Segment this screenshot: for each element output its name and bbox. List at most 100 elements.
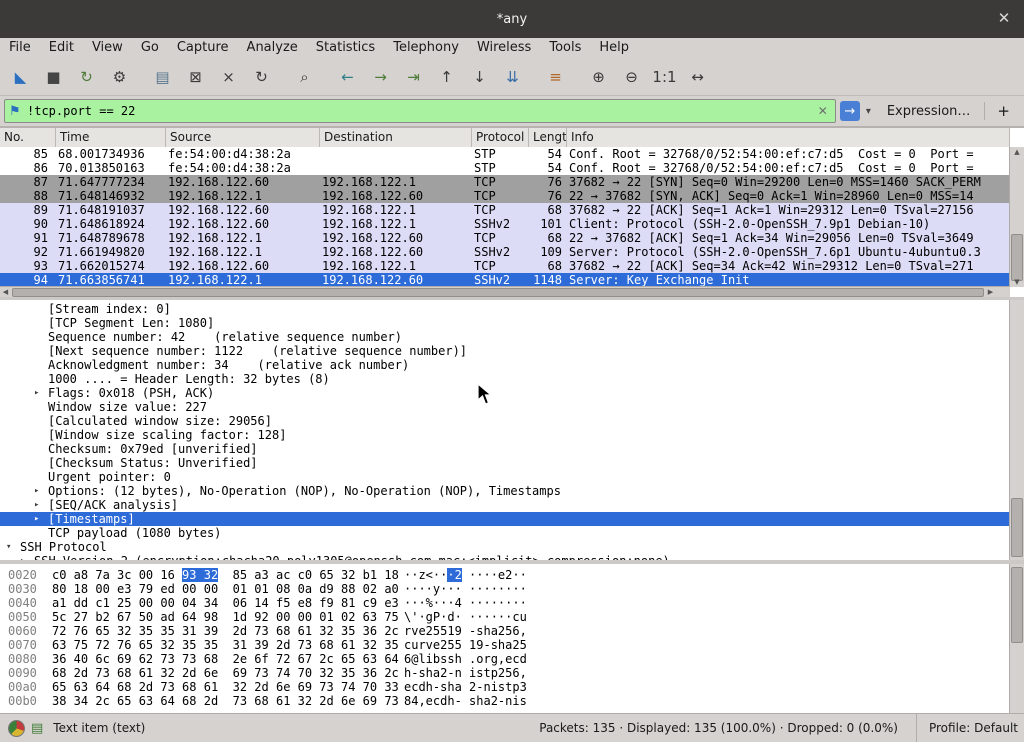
hex-scroll-thumb[interactable] xyxy=(1011,567,1023,644)
detail-line-1[interactable]: [TCP Segment Len: 1080] xyxy=(0,316,1010,330)
open-file-icon[interactable]: ▤ xyxy=(148,64,177,90)
menu-item-capture[interactable]: Capture xyxy=(168,38,238,58)
expression-button[interactable]: Expression… xyxy=(877,104,981,119)
close-file-icon[interactable]: × xyxy=(214,64,243,90)
scroll-down-icon[interactable]: ▼ xyxy=(1010,277,1024,287)
menu-item-file[interactable]: File xyxy=(0,38,40,58)
column-header-source[interactable]: Source xyxy=(166,128,320,147)
packet-row-91[interactable]: 9171.648789678192.168.122.1192.168.122.6… xyxy=(0,231,1010,245)
menu-item-wireless[interactable]: Wireless xyxy=(468,38,540,58)
detail-line-5[interactable]: 1000 .... = Header Length: 32 bytes (8) xyxy=(0,372,1010,386)
hex-vscrollbar[interactable] xyxy=(1009,564,1024,713)
expander-icon[interactable]: ▾ xyxy=(6,540,20,554)
filter-apply-button[interactable]: → xyxy=(840,101,860,121)
column-header-protocol[interactable]: Protocol xyxy=(472,128,529,147)
scroll-up-icon[interactable]: ▲ xyxy=(1010,147,1024,157)
column-header-length[interactable]: Length xyxy=(529,128,567,147)
menu-item-analyze[interactable]: Analyze xyxy=(238,38,307,58)
save-file-icon[interactable]: ⊠ xyxy=(181,64,210,90)
expander-icon[interactable]: ▸ xyxy=(34,512,48,526)
go-forward-icon[interactable]: → xyxy=(366,64,395,90)
go-last-icon[interactable]: ↓ xyxy=(465,64,494,90)
details-vscrollbar[interactable] xyxy=(1009,300,1024,560)
column-header-destination[interactable]: Destination xyxy=(320,128,472,147)
expander-icon[interactable]: ▸ xyxy=(34,386,48,400)
packet-row-92[interactable]: 9271.661949820192.168.122.1192.168.122.6… xyxy=(0,245,1010,259)
hex-row-0020[interactable]: 0020c0 a8 7a 3c 00 16 93 32 85 a3 ac c0 … xyxy=(8,568,1010,582)
menu-item-view[interactable]: View xyxy=(83,38,132,58)
stop-capture-icon[interactable]: ■ xyxy=(39,64,68,90)
filter-bookmark-icon[interactable]: ⚑ xyxy=(9,104,27,119)
menu-item-edit[interactable]: Edit xyxy=(40,38,83,58)
detail-line-11[interactable]: [Checksum Status: Unverified] xyxy=(0,456,1010,470)
detail-line-8[interactable]: [Calculated window size: 29056] xyxy=(0,414,1010,428)
hex-row-0060[interactable]: 006072 76 65 32 35 35 31 39 2d 73 68 61 … xyxy=(8,624,1010,638)
display-filter-input[interactable]: ⚑ !tcp.port == 22 ✕ xyxy=(4,99,836,123)
hex-row-0040[interactable]: 0040a1 dd c1 25 00 00 04 34 06 14 f5 e8 … xyxy=(8,596,1010,610)
detail-line-17[interactable]: ▾SSH Protocol xyxy=(0,540,1010,554)
detail-line-12[interactable]: Urgent pointer: 0 xyxy=(0,470,1010,484)
capture-comment-icon[interactable]: ▤ xyxy=(31,721,43,736)
packet-row-94[interactable]: 9471.663856741192.168.122.1192.168.122.6… xyxy=(0,273,1010,287)
resize-columns-icon[interactable]: ↔ xyxy=(683,64,712,90)
go-to-packet-icon[interactable]: ⇥ xyxy=(399,64,428,90)
capture-options-icon[interactable]: ⚙ xyxy=(105,64,134,90)
packet-row-85[interactable]: 8568.001734936fe:54:00:d4:38:2aSTP54Conf… xyxy=(0,147,1010,161)
details-scroll-thumb[interactable] xyxy=(1011,498,1023,557)
go-back-icon[interactable]: ← xyxy=(333,64,362,90)
detail-line-16[interactable]: TCP payload (1080 bytes) xyxy=(0,526,1010,540)
restart-capture-icon[interactable]: ↻ xyxy=(72,64,101,90)
filter-add-button[interactable]: + xyxy=(989,102,1020,120)
column-header-time[interactable]: Time xyxy=(56,128,166,147)
packet-row-89[interactable]: 8971.648191037192.168.122.60192.168.122.… xyxy=(0,203,1010,217)
detail-line-15[interactable]: ▸[Timestamps] xyxy=(0,512,1010,526)
packet-row-86[interactable]: 8670.013850163fe:54:00:d4:38:2aSTP54Conf… xyxy=(0,161,1010,175)
packet-list-scroll-thumb[interactable] xyxy=(1011,234,1023,281)
hex-row-00b0[interactable]: 00b038 34 2c 65 63 64 68 2d 73 68 61 32 … xyxy=(8,694,1010,708)
close-window-icon[interactable]: ✕ xyxy=(994,9,1014,27)
detail-line-6[interactable]: ▸Flags: 0x018 (PSH, ACK) xyxy=(0,386,1010,400)
auto-scroll-icon[interactable]: ⇊ xyxy=(498,64,527,90)
colorize-icon[interactable]: ≡ xyxy=(541,64,570,90)
hex-row-0080[interactable]: 008036 40 6c 69 62 73 73 68 2e 6f 72 67 … xyxy=(8,652,1010,666)
expander-icon[interactable]: ▸ xyxy=(34,484,48,498)
zoom-reset-icon[interactable]: 1:1 xyxy=(650,64,679,90)
detail-line-7[interactable]: Window size value: 227 xyxy=(0,400,1010,414)
packet-row-90[interactable]: 9071.648618924192.168.122.60192.168.122.… xyxy=(0,217,1010,231)
hex-row-0030[interactable]: 003080 18 00 e3 79 ed 00 00 01 01 08 0a … xyxy=(8,582,1010,596)
detail-line-9[interactable]: [Window size scaling factor: 128] xyxy=(0,428,1010,442)
detail-line-0[interactable]: [Stream index: 0] xyxy=(0,302,1010,316)
packet-row-87[interactable]: 8771.647777234192.168.122.60192.168.122.… xyxy=(0,175,1010,189)
menu-item-statistics[interactable]: Statistics xyxy=(307,38,384,58)
detail-line-13[interactable]: ▸Options: (12 bytes), No-Operation (NOP)… xyxy=(0,484,1010,498)
status-profile[interactable]: Profile: Default xyxy=(916,714,1018,742)
hex-row-0070[interactable]: 007063 75 72 76 65 32 35 35 31 39 2d 73 … xyxy=(8,638,1010,652)
column-header-no[interactable]: No. xyxy=(0,128,56,147)
packet-list-hscroll-thumb[interactable] xyxy=(12,288,984,297)
detail-line-4[interactable]: Acknowledgment number: 34 (relative ack … xyxy=(0,358,1010,372)
detail-line-2[interactable]: Sequence number: 42 (relative sequence n… xyxy=(0,330,1010,344)
menu-item-go[interactable]: Go xyxy=(132,38,168,58)
packet-row-93[interactable]: 9371.662015274192.168.122.60192.168.122.… xyxy=(0,259,1010,273)
packet-row-88[interactable]: 8871.648146932192.168.122.1192.168.122.6… xyxy=(0,189,1010,203)
zoom-in-icon[interactable]: ⊕ xyxy=(584,64,613,90)
hex-row-0050[interactable]: 00505c 27 b2 67 50 ad 64 98 1d 92 00 00 … xyxy=(8,610,1010,624)
reload-icon[interactable]: ↻ xyxy=(247,64,276,90)
detail-line-3[interactable]: [Next sequence number: 1122 (relative se… xyxy=(0,344,1010,358)
hex-row-0090[interactable]: 009068 2d 73 68 61 32 2d 6e 69 73 74 70 … xyxy=(8,666,1010,680)
expert-info-icon[interactable] xyxy=(8,720,25,737)
detail-line-10[interactable]: Checksum: 0x79ed [unverified] xyxy=(0,442,1010,456)
column-header-info[interactable]: Info xyxy=(567,128,1010,147)
zoom-out-icon[interactable]: ⊖ xyxy=(617,64,646,90)
expander-icon[interactable]: ▸ xyxy=(34,498,48,512)
menu-item-help[interactable]: Help xyxy=(590,38,638,58)
filter-dropdown-icon[interactable]: ▾ xyxy=(864,106,873,117)
packet-list-vscrollbar[interactable]: ▲ ▼ xyxy=(1009,147,1024,287)
start-capture-icon[interactable]: ◣ xyxy=(6,64,35,90)
go-first-icon[interactable]: ↑ xyxy=(432,64,461,90)
menu-item-telephony[interactable]: Telephony xyxy=(384,38,468,58)
hex-row-00a0[interactable]: 00a065 63 64 68 2d 73 68 61 32 2d 6e 69 … xyxy=(8,680,1010,694)
filter-clear-icon[interactable]: ✕ xyxy=(815,104,831,118)
find-packet-icon[interactable]: ⌕ xyxy=(290,64,319,90)
filter-value[interactable]: !tcp.port == 22 xyxy=(27,104,815,118)
